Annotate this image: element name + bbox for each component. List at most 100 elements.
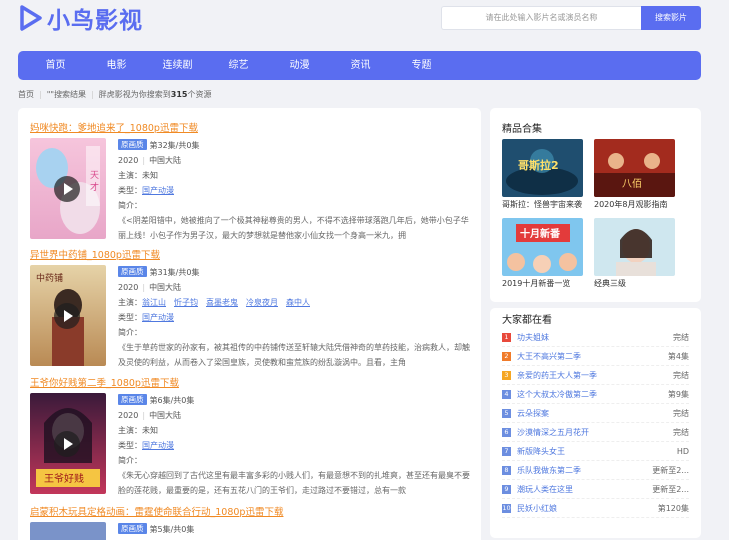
breadcrumb: 首页 | ""搜索结果 | 胖虎影视为你搜索到 315 个资源 [18,88,211,100]
poster[interactable]: 中药铺 [30,265,106,366]
result-item: 王爷你好贱第二季_1080p迅雷下载 王爷好贱 原画质 第6集/共0集 2020 |… [30,377,470,501]
rank-status: 更新至2... [652,465,689,475]
svg-text:天: 天 [90,171,99,181]
collection-item[interactable]: 经典三级 [594,218,675,290]
intro-text: 《生于草药世家的孙家有，被其祖传的中药铺传送至轩辕大陆凭借神奇的草药技能，治病救… [118,343,470,367]
rank-status: 第4集 [667,351,689,361]
play-icon[interactable] [54,176,80,202]
cast-link[interactable]: 翁江山 [142,298,166,307]
type-label: 类型： [118,313,142,322]
year: 2020 [118,411,139,420]
nav-item-anime[interactable]: 动漫 [269,51,330,80]
collection-thumbnail: 十月新番 [502,218,583,276]
result-item: 启蒙积木玩具定格动画：雷霆使命联合行动_1080p迅雷下载 原画质 第5集/共0集 [30,506,470,540]
ranking-title: 大家都在看 [502,315,552,326]
poster[interactable] [30,522,106,540]
logo-text: 小鸟影视 [47,8,143,34]
type-label: 类型： [118,441,142,450]
search-input[interactable]: 请在此处输入影片名或演员名称 [441,6,641,30]
type-link[interactable]: 国产动漫 [142,313,174,322]
intro-text: 《朱无心穿越回到了古代这里有最丰富多彩的小贱人们，有最意想不到的扎堆爽，甚至还有… [118,471,470,495]
collection-caption: 哥斯拉：怪兽宇宙来袭 [502,200,582,209]
cast-label: 主演： [118,171,142,180]
ranking-item[interactable]: 2 大王不高兴第二季 第4集 [502,347,689,366]
rank-number: 5 [502,408,511,418]
rank-status: 完结 [673,427,689,437]
episode-count: 第6集/共0集 [149,396,195,405]
search-results: 妈咪快跑：爹地追来了_1080p迅雷下载 天 才 原画质 第32集/共0集 202… [18,108,481,540]
ranking-item[interactable]: 9 潮玩人类在这里 更新至2... [502,480,689,499]
collections-panel: 精品合集 哥斯拉2 哥斯拉：怪兽宇宙来袭 八佰 2020年8月观影指南 十月新番… [490,108,701,302]
ranking-item[interactable]: 10 民妖小红娘 第120集 [502,499,689,518]
nav-item-variety[interactable]: 综艺 [208,51,269,80]
result-info: 原画质 第6集/共0集 2020 | 中国大陆 主演：未知 类型：国产动漫 简介： 《… [118,393,470,498]
result-info: 原画质 第5集/共0集 [118,522,470,537]
nav-item-topics[interactable]: 专题 [391,51,452,80]
collection-thumbnail: 八佰 [594,139,675,197]
ranking-item[interactable]: 6 沙漠情深之五月花开 完结 [502,423,689,442]
rank-number: 1 [502,332,511,342]
rank-title[interactable]: 这个大叔太冷傲第二季 [517,389,668,400]
type-link[interactable]: 国产动漫 [142,441,174,450]
rank-title[interactable]: 潮玩人类在这里 [517,484,652,495]
quality-badge: 原画质 [118,523,147,534]
rank-status: 第120集 [657,503,689,513]
rank-title[interactable]: 云朵探案 [517,408,673,419]
ranking-item[interactable]: 1 功夫姐妹 完结 [502,328,689,347]
poster[interactable]: 王爷好贱 [30,393,106,494]
svg-text:才: 才 [90,181,99,193]
search-button[interactable]: 搜索影片 [641,6,701,30]
collection-item[interactable]: 十月新番 2019十月新番一览 [502,218,583,290]
rank-title[interactable]: 新版降头女王 [517,446,677,457]
rank-title[interactable]: 乐队我做东第二季 [517,465,652,476]
rank-number: 6 [502,427,511,437]
nav-item-movie[interactable]: 电影 [86,51,147,80]
result-title[interactable]: 异世界中药铺_1080p迅雷下载 [30,249,470,262]
breadcrumb-home[interactable]: 首页 [18,89,34,100]
logo[interactable]: 小鸟影视 [18,2,143,34]
collection-thumbnail: 哥斯拉2 [502,139,583,197]
collection-item[interactable]: 八佰 2020年8月观影指南 [594,139,675,211]
rank-title[interactable]: 功夫姐妹 [517,332,673,343]
rank-title[interactable]: 亲爱的药王大人第一季 [517,370,673,381]
collection-item[interactable]: 哥斯拉2 哥斯拉：怪兽宇宙来袭 [502,139,583,211]
collection-art-text: 八佰 [622,177,642,190]
cast-label: 主演： [118,426,142,435]
cast-link[interactable]: 忻子钧 [174,298,198,307]
poster[interactable]: 天 才 [30,138,106,239]
result-title[interactable]: 妈咪快跑：爹地追来了_1080p迅雷下载 [30,122,470,135]
ranking-item[interactable]: 3 亲爱的药王大人第一季 完结 [502,366,689,385]
ranking-item[interactable]: 7 新版降头女王 HD [502,442,689,461]
region: 中国大陆 [149,411,182,420]
cast-link[interactable]: 森中人 [286,298,310,307]
nav-item-series[interactable]: 连续剧 [147,51,208,80]
cast-text: 未知 [142,426,158,435]
result-title[interactable]: 启蒙积木玩具定格动画：雷霆使命联合行动_1080p迅雷下载 [30,506,470,519]
quality-badge: 原画质 [118,394,147,405]
ranking-item[interactable]: 5 云朵探案 完结 [502,404,689,423]
result-info: 原画质 第31集/共0集 2020 | 中国大陆 主演：翁江山 忻子钧 喜墨老鬼 冷泉夜月森… [118,265,470,370]
rank-title[interactable]: 民妖小红娘 [517,503,658,514]
cast-link[interactable]: 冷泉夜月 [246,298,278,307]
rank-number: 3 [502,370,511,380]
ranking-item[interactable]: 4 这个大叔太冷傲第二季 第9集 [502,385,689,404]
cast-link[interactable]: 喜墨老鬼 [206,298,238,307]
play-icon[interactable] [54,431,80,457]
play-icon[interactable] [54,303,80,329]
result-item: 异世界中药铺_1080p迅雷下载 中药铺 原画质 第31集/共0集 2020 | 中国… [30,249,470,373]
type-link[interactable]: 国产动漫 [142,186,174,195]
svg-text:王爷好贱: 王爷好贱 [44,472,84,485]
result-title[interactable]: 王爷你好贱第二季_1080p迅雷下载 [30,377,470,390]
rank-title[interactable]: 沙漠情深之五月花开 [517,427,673,438]
ranking-panel: 大家都在看 1 功夫姐妹 完结 2 大王不高兴第二季 第4集 3 亲爱的药王大人… [490,308,701,538]
rank-status: 完结 [673,370,689,380]
nav-item-news[interactable]: 资讯 [330,51,391,80]
type-label: 类型： [118,186,142,195]
ranking-item[interactable]: 8 乐队我做东第二季 更新至2... [502,461,689,480]
result-suffix: 个资源 [187,89,212,99]
rank-title[interactable]: 大王不高兴第二季 [517,351,668,362]
nav-item-home[interactable]: 首页 [25,51,86,80]
rank-status: 第9集 [667,389,689,399]
breadcrumb-separator: | [39,89,42,99]
rank-status: 完结 [673,332,689,342]
